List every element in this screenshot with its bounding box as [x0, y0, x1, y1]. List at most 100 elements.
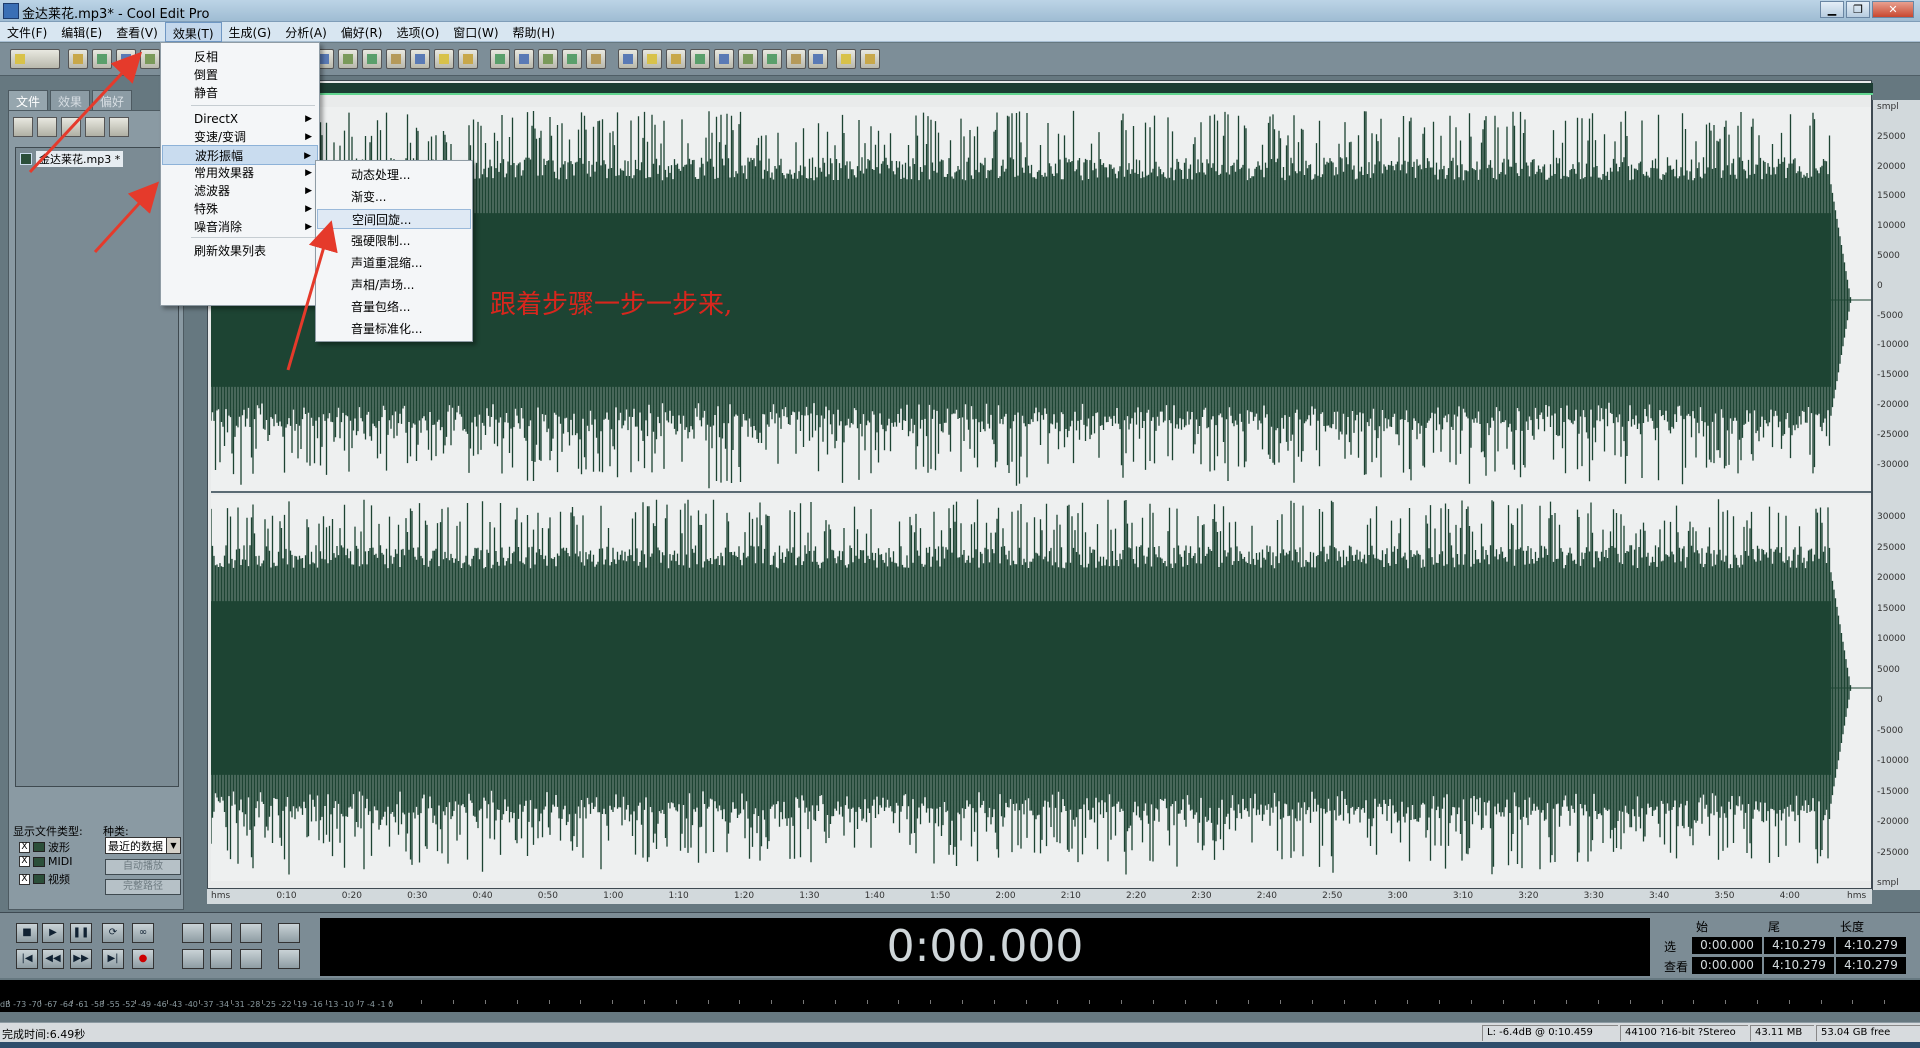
menu-analyze[interactable]: 分析(A): [278, 22, 334, 42]
type-waveform-checkbox[interactable]: X 波形: [19, 839, 70, 855]
toolbar-button-27[interactable]: [690, 49, 710, 69]
zoom-in-icon[interactable]: [182, 923, 204, 943]
overview-bar[interactable]: [208, 83, 1873, 95]
zoom-selection-icon[interactable]: [240, 949, 262, 969]
play-to-end-button[interactable]: ⟳: [102, 923, 124, 943]
view-length-field[interactable]: 4:10.279: [1836, 957, 1906, 974]
submenu-item-pan-expander[interactable]: 声相/声场...: [317, 275, 471, 295]
pause-button[interactable]: ❚❚: [70, 923, 92, 943]
sort-select[interactable]: 最近的数据 ▼: [105, 837, 181, 854]
menu-help[interactable]: 帮助(H): [506, 22, 562, 42]
toolbar-button-25[interactable]: [642, 49, 662, 69]
submenu-item-channel-mixer[interactable]: 声道重混缩...: [317, 253, 471, 273]
menu-effects[interactable]: 效果(T): [164, 22, 222, 42]
view-begin-field[interactable]: 0:00.000: [1692, 957, 1762, 974]
toolbar-button-19[interactable]: [490, 49, 510, 69]
go-to-start-button[interactable]: |◀: [16, 949, 38, 969]
minimize-button[interactable]: ▁: [1820, 1, 1844, 18]
toolbar-button-33[interactable]: [836, 49, 856, 69]
toolbar-button-18[interactable]: [458, 49, 478, 69]
menu-item-reverse[interactable]: 倒置: [162, 65, 318, 85]
toolbar-button-34[interactable]: [860, 49, 880, 69]
submenu-item-spatial-reverb[interactable]: 空间回旋...: [317, 209, 471, 229]
save-icon[interactable]: [85, 117, 105, 137]
menu-item-pitch[interactable]: 变速/变调 ▶: [162, 127, 318, 147]
toolbar-button-22[interactable]: [562, 49, 582, 69]
menu-item-common-effects[interactable]: 常用效果器 ▶: [162, 163, 318, 183]
submenu-item-hard-limiting[interactable]: 强硬限制...: [317, 231, 471, 251]
toolbar-button-3[interactable]: [92, 49, 112, 69]
open-file-icon[interactable]: [13, 117, 33, 137]
menu-file[interactable]: 文件(F): [0, 22, 54, 42]
toolbar-button-24[interactable]: [618, 49, 638, 69]
toolbar-button-21[interactable]: [538, 49, 558, 69]
toolbar-button-23[interactable]: [586, 49, 606, 69]
toolbar-button-26[interactable]: [666, 49, 686, 69]
toolbar-button-28[interactable]: [714, 49, 734, 69]
toolbar-button-4[interactable]: [116, 49, 136, 69]
record-button[interactable]: ●: [132, 949, 154, 969]
loop-button[interactable]: ∞: [132, 923, 154, 943]
go-to-end-button[interactable]: ▶|: [102, 949, 124, 969]
autoplay-button[interactable]: 自动播放: [105, 859, 181, 875]
menu-edit[interactable]: 编辑(E): [54, 22, 109, 42]
menu-item-noise-reduction[interactable]: 噪音消除 ▶: [162, 217, 318, 237]
zoom-in-vertical-icon[interactable]: [278, 923, 300, 943]
close-file-icon[interactable]: [37, 117, 57, 137]
menu-favorites[interactable]: 偏好(R): [334, 22, 390, 42]
menu-generate[interactable]: 生成(G): [222, 22, 279, 42]
toolbar-button-17[interactable]: [434, 49, 454, 69]
full-path-button[interactable]: 完整路径: [105, 879, 181, 895]
close-button[interactable]: ✕: [1872, 1, 1914, 18]
toolbar-button-16[interactable]: [410, 49, 430, 69]
fast-forward-button[interactable]: ▶▶: [70, 949, 92, 969]
menu-item-silence[interactable]: 静音: [162, 83, 318, 103]
edit-icon[interactable]: [109, 117, 129, 137]
type-video-checkbox[interactable]: X 视频: [19, 871, 70, 887]
play-button[interactable]: ▶: [42, 923, 64, 943]
toolbar-button-29[interactable]: [738, 49, 758, 69]
toolbar-button-14[interactable]: [362, 49, 382, 69]
submenu-item-dynamics[interactable]: 动态处理...: [317, 165, 471, 185]
menu-options[interactable]: 选项(O): [389, 22, 446, 42]
menu-item-amplitude[interactable]: 波形振幅 ▶: [162, 145, 318, 165]
tab-files[interactable]: 文件: [8, 90, 49, 110]
zoom-left-icon[interactable]: [182, 949, 204, 969]
zoom-out-icon[interactable]: [210, 923, 232, 943]
view-end-field[interactable]: 4:10.279: [1764, 957, 1834, 974]
zoom-out-vertical-icon[interactable]: [278, 949, 300, 969]
tab-effects[interactable]: 效果: [50, 90, 91, 110]
right-channel-waveform[interactable]: [211, 495, 1871, 881]
toolbar-button-15[interactable]: [386, 49, 406, 69]
type-midi-checkbox[interactable]: X MIDI: [19, 855, 72, 868]
insert-icon[interactable]: [61, 117, 81, 137]
stop-button[interactable]: ■: [16, 923, 38, 943]
submenu-item-fade[interactable]: 渐变...: [317, 187, 471, 207]
submenu-item-normalize[interactable]: 音量标准化...: [317, 319, 471, 339]
selection-begin-field[interactable]: 0:00.000: [1692, 937, 1762, 954]
maximize-button[interactable]: ❐: [1846, 1, 1870, 18]
toolbar-button-31[interactable]: [786, 49, 806, 69]
menu-item-invert[interactable]: 反相: [162, 47, 318, 67]
menu-item-refresh-effects[interactable]: 刷新效果列表: [162, 241, 318, 261]
toolbar-button-13[interactable]: [338, 49, 358, 69]
toolbar-button-2[interactable]: [68, 49, 88, 69]
list-item[interactable]: 金达莱花.mp3 *: [20, 151, 124, 167]
menu-item-filters[interactable]: 滤波器 ▶: [162, 181, 318, 201]
selection-end-field[interactable]: 4:10.279: [1764, 937, 1834, 954]
zoom-full-icon[interactable]: [240, 923, 262, 943]
menu-item-directx[interactable]: DirectX ▶: [162, 109, 318, 129]
toolbar-button-30[interactable]: [762, 49, 782, 69]
toolbar-button-1[interactable]: [10, 49, 60, 69]
toolbar-button-20[interactable]: [514, 49, 534, 69]
toolbar-button-32[interactable]: [808, 49, 828, 69]
menu-view[interactable]: 查看(V): [109, 22, 165, 42]
menu-window[interactable]: 窗口(W): [446, 22, 505, 42]
submenu-item-volume-envelope[interactable]: 音量包络...: [317, 297, 471, 317]
menu-item-special[interactable]: 特殊 ▶: [162, 199, 318, 219]
zoom-right-icon[interactable]: [210, 949, 232, 969]
tab-favorites[interactable]: 偏好: [92, 90, 133, 110]
selection-length-field[interactable]: 4:10.279: [1836, 937, 1906, 954]
rewind-button[interactable]: ◀◀: [42, 949, 64, 969]
toolbar-button-5[interactable]: [140, 49, 160, 69]
